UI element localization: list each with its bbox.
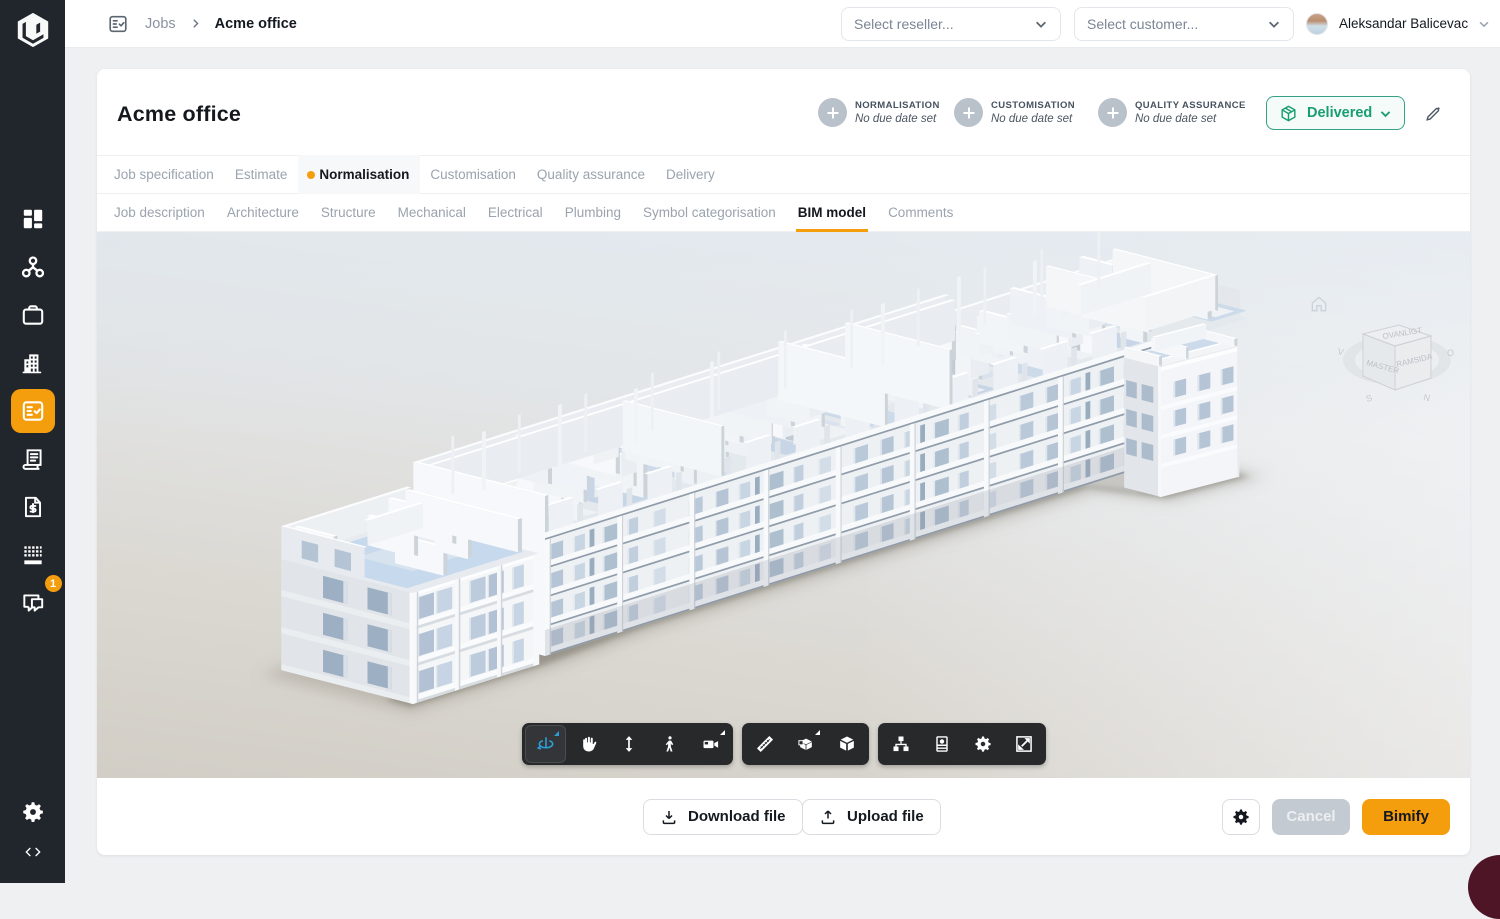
svg-text:V: V [1337, 346, 1345, 357]
svg-text:O: O [1447, 348, 1454, 358]
svg-text:S: S [1365, 393, 1374, 404]
svg-text:N: N [1423, 392, 1431, 403]
